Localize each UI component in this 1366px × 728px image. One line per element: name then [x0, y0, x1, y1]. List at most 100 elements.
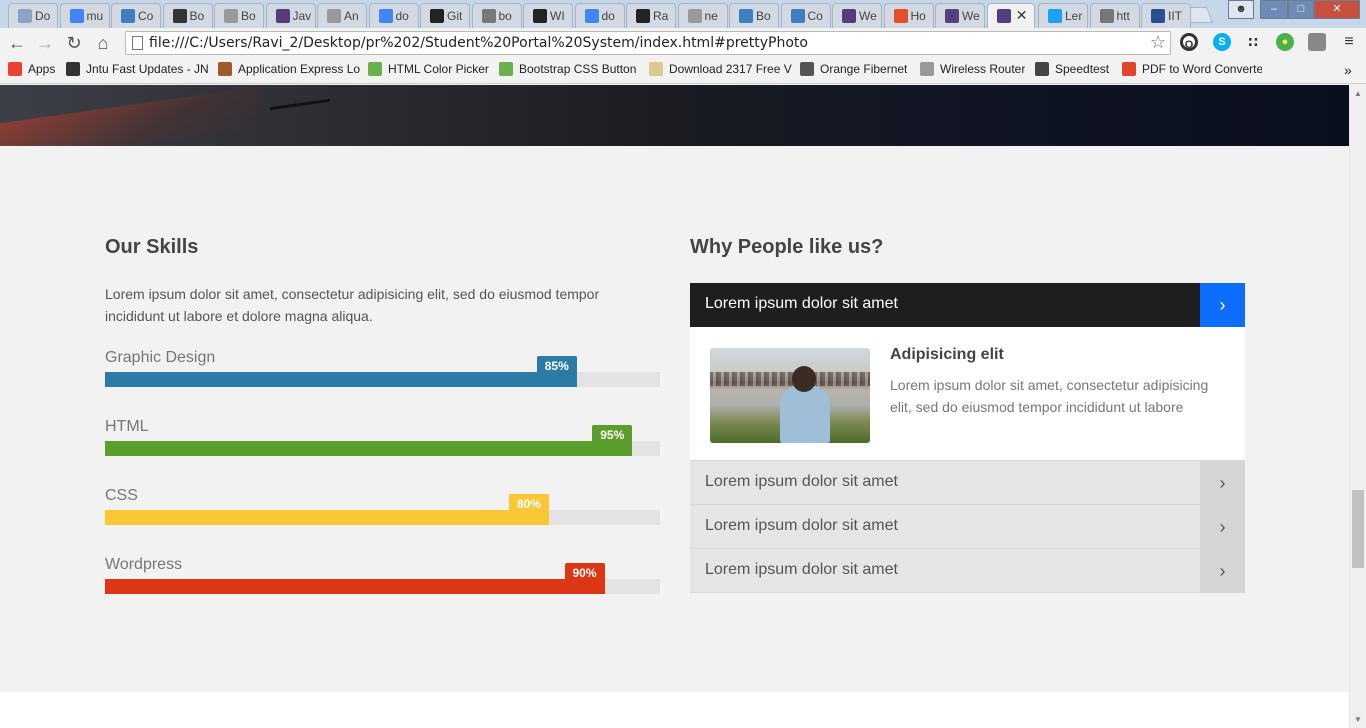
- reload-button[interactable]: ↻: [63, 32, 85, 54]
- bookmark-item[interactable]: Download 2317 Free V: [649, 62, 792, 80]
- bookmark-item[interactable]: PDF to Word Converte: [1122, 62, 1262, 80]
- browser-tab[interactable]: WI: [523, 3, 573, 28]
- chevron-right-icon[interactable]: ›: [1200, 549, 1245, 593]
- skill-fill-bar: [105, 510, 549, 525]
- browser-tab[interactable]: Co: [111, 3, 161, 28]
- tab-favicon-icon: [842, 9, 856, 23]
- why-title: Why People like us?: [690, 236, 884, 258]
- browser-tab[interactable]: Do: [8, 3, 58, 28]
- tab-favicon-icon: [18, 9, 32, 23]
- tab-favicon-icon: [1048, 9, 1062, 23]
- bookmark-item[interactable]: Jntu Fast Updates - JN: [66, 62, 209, 80]
- browser-tab[interactable]: Bo: [729, 3, 779, 28]
- skill-name: HTML: [105, 418, 149, 435]
- home-button[interactable]: ⌂: [92, 32, 114, 54]
- browser-tab[interactable]: We: [832, 3, 882, 28]
- bookmark-star-icon[interactable]: ☆: [1150, 32, 1166, 53]
- browser-tab[interactable]: ✕: [986, 3, 1035, 28]
- tab-title: do: [395, 9, 409, 23]
- tab-favicon-icon: [584, 9, 599, 23]
- tab-title: IIT: [1168, 9, 1182, 23]
- chevron-right-icon[interactable]: ›: [1200, 461, 1245, 505]
- tab-favicon-icon: [996, 9, 1011, 23]
- skype-icon[interactable]: S: [1213, 33, 1231, 51]
- browser-tab[interactable]: Co: [780, 3, 831, 28]
- tab-favicon-icon: [1151, 9, 1165, 23]
- browser-tab[interactable]: Bo: [214, 3, 264, 28]
- accordion-header-1[interactable]: Lorem ipsum dolor sit amet ›: [690, 283, 1245, 327]
- forward-button[interactable]: →: [34, 32, 56, 54]
- maximize-button[interactable]: □: [1288, 0, 1314, 19]
- accordion-header-2[interactable]: Lorem ipsum dolor sit amet ›: [690, 461, 1245, 505]
- extension-opera-icon[interactable]: O: [1180, 33, 1198, 51]
- tab-title: mu: [86, 9, 104, 23]
- bookmark-label: HTML Color Picker: [388, 62, 489, 76]
- bookmark-item[interactable]: Application Express Lo: [218, 62, 360, 80]
- browser-tab[interactable]: htt: [1089, 3, 1140, 28]
- tab-favicon-icon: [378, 9, 393, 23]
- bookmark-favicon-icon: [368, 62, 382, 76]
- bookmark-label: Speedtest: [1055, 62, 1110, 76]
- skill-name: Wordpress: [105, 556, 183, 573]
- tab-title: Co: [807, 9, 823, 23]
- bookmark-label: Wireless Router: [940, 62, 1026, 76]
- skill-percent-badge: 80%: [509, 494, 549, 519]
- accordion-header-label: Lorem ipsum dolor sit amet: [705, 561, 898, 578]
- back-button[interactable]: ←: [6, 32, 28, 54]
- bookmark-item[interactable]: Bootstrap CSS Button: [499, 62, 636, 80]
- bookmark-favicon-icon: [1122, 62, 1136, 76]
- profile-button[interactable]: ☻: [1228, 0, 1254, 19]
- browser-tab[interactable]: Ra: [626, 3, 676, 28]
- bookmark-item[interactable]: HTML Color Picker: [368, 62, 489, 80]
- browser-tab[interactable]: Bo: [162, 3, 213, 28]
- accordion-header-3[interactable]: Lorem ipsum dolor sit amet ›: [690, 505, 1245, 549]
- browser-tab[interactable]: Ho: [883, 3, 934, 28]
- bookmark-item[interactable]: Orange Fibernet: [800, 62, 907, 80]
- browser-tab[interactable]: IIT: [1141, 3, 1191, 28]
- browser-tab[interactable]: mu: [59, 3, 110, 28]
- skill-percent-badge: 90%: [564, 563, 605, 588]
- tab-title: htt: [1116, 9, 1130, 23]
- bookmarks-bar: PDF to Word Converte Speedtest Wireless Ro…: [0, 58, 1366, 84]
- chevron-right-icon[interactable]: ›: [1200, 505, 1245, 549]
- browser-tab[interactable]: Git: [420, 3, 470, 28]
- scrollbar-thumb[interactable]: [1352, 490, 1364, 568]
- accordion-header-4[interactable]: Lorem ipsum dolor sit amet ›: [690, 549, 1245, 593]
- menu-icon[interactable]: ≡: [1340, 33, 1358, 51]
- browser-tab[interactable]: ne: [677, 3, 728, 28]
- tab-favicon-icon: [687, 9, 702, 23]
- tab-title: An: [344, 9, 359, 23]
- url-input[interactable]: [149, 33, 1139, 53]
- extension-green-icon[interactable]: ●: [1276, 33, 1294, 51]
- browser-tab[interactable]: An: [317, 3, 367, 28]
- scroll-down-icon[interactable]: ▼: [1354, 715, 1362, 724]
- close-window-button[interactable]: ✕: [1314, 0, 1360, 19]
- browser-tab[interactable]: do: [574, 3, 625, 28]
- page-scrollbar[interactable]: ▲ ▼: [1349, 85, 1366, 728]
- bookmark-item[interactable]: Wireless Router: [920, 62, 1025, 80]
- bookmark-favicon-icon: [8, 62, 22, 76]
- chevron-right-icon[interactable]: ›: [1200, 283, 1245, 327]
- tab-favicon-icon: [1099, 9, 1114, 23]
- skill-track: 90%: [105, 563, 660, 594]
- address-bar[interactable]: ☆: [125, 31, 1171, 55]
- browser-tab[interactable]: Jav: [265, 3, 316, 28]
- extension-gray-icon[interactable]: [1308, 33, 1326, 51]
- skill-percent-badge: 85%: [536, 356, 577, 381]
- browser-tab[interactable]: do: [368, 3, 419, 28]
- tab-favicon-icon: [790, 9, 805, 23]
- bookmark-item[interactable]: Speedtest: [1035, 62, 1109, 80]
- photo-person: [780, 386, 830, 443]
- tab-title: bo: [498, 9, 512, 23]
- browser-tab[interactable]: Ler: [1038, 3, 1088, 28]
- tab-close-icon[interactable]: ✕: [1016, 7, 1028, 24]
- bookmarks-overflow-icon[interactable]: »: [1344, 62, 1352, 80]
- skill-track: 95%: [105, 425, 660, 456]
- apps-grid-icon[interactable]: ∷: [1244, 33, 1262, 51]
- minimize-button[interactable]: –: [1260, 0, 1288, 19]
- browser-tab[interactable]: We: [935, 3, 985, 28]
- bookmark-item[interactable]: Apps: [8, 62, 55, 80]
- tab-title: Bo: [189, 9, 205, 23]
- scroll-up-icon[interactable]: ▲: [1354, 89, 1362, 98]
- browser-tab[interactable]: bo: [471, 3, 522, 28]
